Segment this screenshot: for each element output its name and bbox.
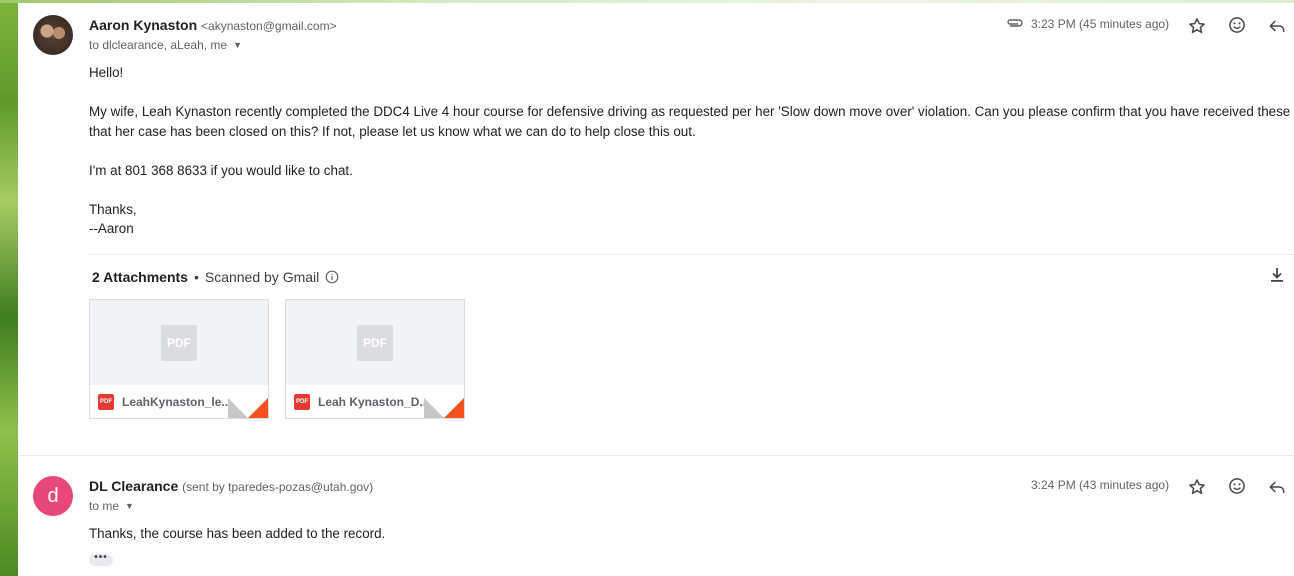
pdf-icon: PDF [357, 325, 393, 361]
attachments-count: 2 Attachments [92, 269, 188, 285]
attachment-filename[interactable]: LeahKynaston_le... [122, 395, 231, 409]
attachment-footer[interactable]: PDF LeahKynaston_le... [90, 385, 268, 418]
recipients-toggle[interactable]: to dlclearance, aLeah, me ▼ [89, 38, 242, 52]
download-icon[interactable] [1268, 266, 1286, 284]
message-time[interactable]: 3:23 PM (45 minutes ago) [1031, 17, 1169, 31]
body-paragraph-line: that her case has been closed on this? I… [89, 124, 696, 139]
reply-icon[interactable] [1267, 477, 1287, 497]
body-signature: --Aaron [89, 221, 134, 236]
reply-icon[interactable] [1267, 16, 1287, 36]
page-fold-decoration [424, 398, 444, 418]
attachments-divider [89, 254, 1294, 255]
sender-info[interactable]: Aaron Kynaston <akynaston@gmail.com> [89, 17, 337, 33]
sender-name[interactable]: DL Clearance [89, 478, 178, 494]
scanned-label: Scanned by Gmail [204, 269, 320, 285]
attachments-header: 2 Attachments • Scanned by Gmail [92, 269, 339, 285]
separator-dot: • [193, 269, 199, 285]
body-paragraph-line: My wife, Leah Kynaston recently complete… [89, 104, 1294, 119]
info-icon[interactable] [325, 270, 339, 284]
sender-name[interactable]: Aaron Kynaston [89, 17, 197, 33]
avatar[interactable] [33, 15, 73, 55]
body-greeting: Hello! [89, 65, 124, 80]
body-text: Thanks, the course has been added to the… [89, 526, 386, 541]
thread-separator [18, 455, 1294, 456]
recipients-toggle[interactable]: to me ▼ [89, 499, 134, 513]
show-trimmed-content-button[interactable]: ••• [89, 553, 113, 566]
attachment-preview[interactable]: PDF [286, 300, 464, 384]
message-time[interactable]: 3:24 PM (43 minutes ago) [1031, 478, 1169, 492]
recipients-text: to me [89, 499, 120, 513]
recipients-text: to dlclearance, aLeah, me [89, 38, 228, 52]
star-icon[interactable] [1187, 16, 1207, 36]
pdf-icon: PDF [161, 325, 197, 361]
background-wallpaper-strip [0, 0, 18, 576]
attachment-preview[interactable]: PDF [90, 300, 268, 384]
sent-by-text: (sent by tparedes-pozas@utah.gov) [182, 480, 374, 494]
body-thanks: Thanks, [89, 202, 137, 217]
attachment-card[interactable]: PDF PDF LeahKynaston_le... [89, 299, 269, 419]
caret-down-icon[interactable]: ▼ [125, 501, 134, 511]
page-fold-decoration [228, 398, 248, 418]
emoji-icon[interactable] [1227, 15, 1247, 35]
sender-email: <akynaston@gmail.com> [201, 19, 337, 33]
pdf-icon: PDF [294, 394, 310, 410]
pdf-icon: PDF [98, 394, 114, 410]
attachment-filename[interactable]: Leah Kynaston_D... [318, 395, 429, 409]
sender-info[interactable]: DL Clearance (sent by tparedes-pozas@uta… [89, 478, 373, 494]
body-paragraph: I'm at 801 368 8633 if you would like to… [89, 163, 353, 178]
file-type-corner [444, 398, 464, 418]
attachment-footer[interactable]: PDF Leah Kynaston_D... [286, 385, 464, 418]
paperclip-icon [1007, 19, 1023, 27]
star-icon[interactable] [1187, 477, 1207, 497]
emoji-icon[interactable] [1227, 476, 1247, 496]
caret-down-icon[interactable]: ▼ [233, 40, 242, 50]
file-type-corner [248, 398, 268, 418]
avatar[interactable]: d [33, 476, 73, 516]
attachment-card[interactable]: PDF PDF Leah Kynaston_D... [285, 299, 465, 419]
